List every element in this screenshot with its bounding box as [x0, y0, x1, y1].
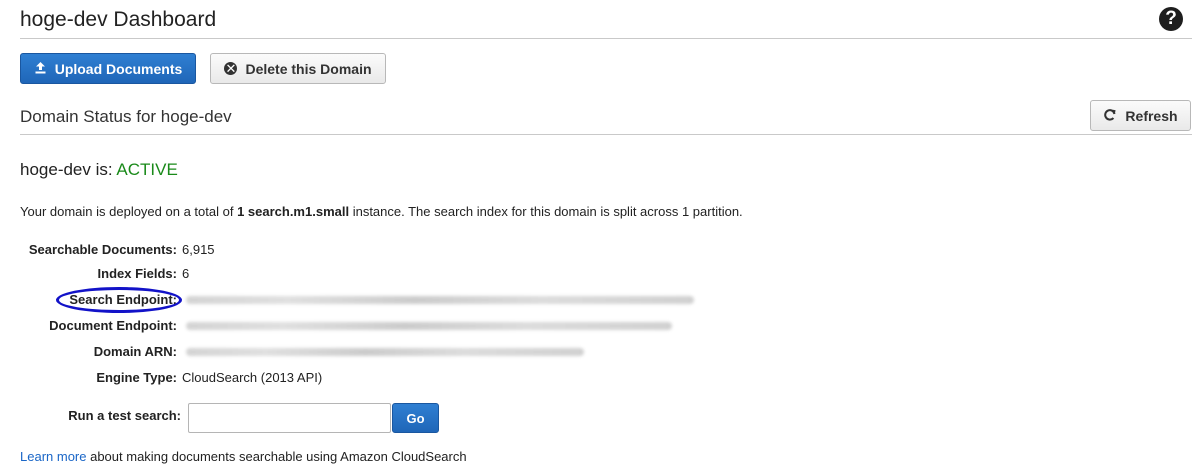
- upload-documents-button[interactable]: Upload Documents: [20, 53, 196, 84]
- document-endpoint-value-redacted[interactable]: [186, 322, 672, 330]
- delete-domain-button[interactable]: ✕ Delete this Domain: [210, 53, 386, 84]
- refresh-icon: [1103, 108, 1117, 124]
- header-divider: [20, 38, 1192, 39]
- search-endpoint-value-redacted[interactable]: [186, 296, 694, 304]
- detail-row-domain-arn: Domain ARN:: [0, 342, 1200, 362]
- summary-text: Your domain is deployed on a total of: [20, 204, 238, 219]
- searchable-documents-value: 6,915: [182, 242, 215, 257]
- section-title: Domain Status for hoge-dev: [20, 107, 232, 126]
- detail-row-document-endpoint: Document Endpoint:: [0, 316, 1200, 336]
- upload-icon: [34, 61, 47, 76]
- detail-label: Domain ARN:: [93, 344, 177, 359]
- footer-text: about making documents searchable using …: [86, 449, 467, 464]
- refresh-button[interactable]: Refresh: [1090, 100, 1191, 131]
- deployment-summary: Your domain is deployed on a total of 1 …: [20, 204, 743, 219]
- footer-help-text: Learn more about making documents search…: [20, 449, 467, 464]
- detail-label: Engine Type:: [96, 370, 177, 385]
- detail-label: Document Endpoint:: [49, 318, 177, 333]
- instance-type: 1 search.m1.small: [237, 204, 350, 219]
- delete-domain-label: Delete this Domain: [245, 60, 372, 77]
- help-icon[interactable]: ?: [1159, 7, 1183, 31]
- domain-status-line: hoge-dev is: ACTIVE: [20, 160, 178, 180]
- circle-x-icon: ✕: [224, 61, 238, 76]
- refresh-label: Refresh: [1125, 107, 1178, 124]
- section-divider: [20, 134, 1192, 135]
- test-search-input[interactable]: [188, 403, 391, 433]
- learn-more-link[interactable]: Learn more: [20, 449, 86, 464]
- detail-row-index-fields: Index Fields: 6: [0, 264, 1200, 284]
- status-prefix: hoge-dev is:: [20, 160, 113, 179]
- status-badge: ACTIVE: [116, 160, 178, 179]
- annotation-highlight-ellipse: [56, 287, 182, 313]
- detail-row-engine-type: Engine Type: CloudSearch (2013 API): [0, 368, 1200, 388]
- test-search-label: Run a test search:: [68, 408, 181, 423]
- go-button[interactable]: Go: [392, 403, 439, 433]
- domain-arn-value-redacted: [186, 348, 584, 356]
- detail-label: Searchable Documents:: [28, 242, 177, 257]
- engine-type-value: CloudSearch (2013 API): [182, 370, 323, 385]
- detail-label: Index Fields:: [97, 266, 177, 281]
- summary-text-end: instance. The search index for this doma…: [349, 204, 743, 219]
- detail-row-searchable-documents: Searchable Documents: 6,915: [0, 240, 1200, 260]
- upload-documents-label: Upload Documents: [54, 60, 183, 77]
- index-fields-value: 6: [182, 266, 190, 281]
- page-title: hoge-dev Dashboard: [20, 8, 217, 31]
